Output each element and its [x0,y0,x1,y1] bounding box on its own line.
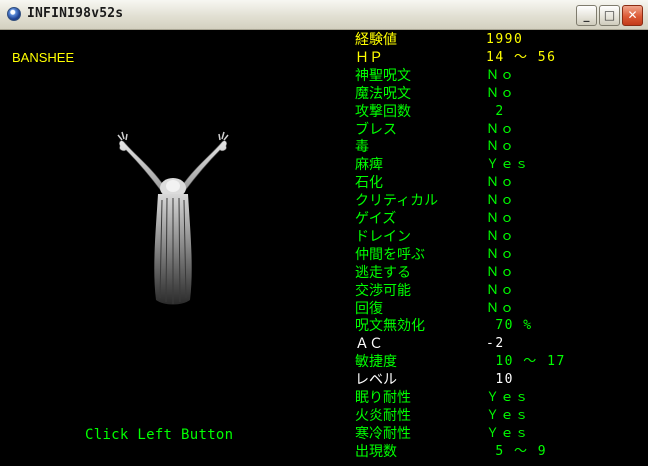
stat-value: Ｎｏ [486,193,516,209]
game-window: INFINI98v52s _ □ ✕ BANSHEE Click Left Bu… [0,0,648,466]
stat-row: 呪文無効化 70 % [355,317,645,335]
stat-value: Ｎｏ [486,282,516,298]
stat-label: 眠り耐性 [355,390,411,406]
click-left-button-prompt: Click Left Button [85,427,234,443]
stat-label: 寒冷耐性 [355,425,411,442]
stat-row: 経験値 1990 [355,31,645,49]
stat-value: 5 ～ 9 [486,443,548,459]
stat-label: 神聖呪文 [355,67,411,84]
stat-label: クリティカル [355,193,439,210]
stat-label: 出現数 [355,443,397,460]
maximize-button[interactable]: □ [599,5,620,26]
stat-value: 14 ～ 56 [486,49,557,65]
stat-value: 2 [486,103,505,119]
stat-row: レベル 10 [355,371,645,389]
stat-label: 毒 [355,139,369,156]
stat-label: 石化 [355,175,383,192]
stat-label: 呪文無効化 [355,318,425,335]
monster-name: BANSHEE [12,50,75,65]
stat-label: ＨＰ [355,49,383,66]
stat-row: ブレス Ｎｏ [355,121,645,139]
stat-row: 出現数 5 ～ 9 [355,443,645,461]
stat-label: ゲイズ [355,211,397,227]
stat-row: 寒冷耐性 Ｙｅｓ [355,425,645,443]
stat-row: 麻痺 Ｙｅｓ [355,156,645,174]
stat-row: 眠り耐性 Ｙｅｓ [355,389,645,407]
window-title: INFINI98v52s [27,6,124,21]
stat-value: Ｎｏ [486,228,516,244]
stat-value: 10 ～ 17 [486,354,566,370]
stat-value: Ｎｏ [486,264,516,280]
stat-row: ＡＣ -2 [355,335,645,353]
stat-label: ＡＣ [355,336,383,353]
stat-label: 経験値 [355,32,397,48]
stat-value: Ｎｏ [486,211,516,226]
stat-label: 魔法呪文 [355,85,411,102]
stat-label: 交渉可能 [355,282,411,299]
app-globe-icon[interactable] [7,7,21,21]
stat-value: Ｙｅｓ [486,407,530,423]
stat-label: 攻撃回数 [355,103,411,120]
stat-label: 麻痺 [355,157,383,174]
stat-value: Ｎｏ [486,175,516,191]
stat-value: 1990 [486,32,524,47]
minimize-button[interactable]: _ [576,5,597,26]
close-button[interactable]: ✕ [622,5,643,26]
stat-value: Ｙｅｓ [486,390,530,405]
stat-row: 敏捷度 10 ～ 17 [355,353,645,371]
banshee-sprite [117,131,229,305]
stat-label: ドレイン [355,228,411,245]
stat-label: 回復 [355,300,383,317]
stat-value: -2 [486,336,505,352]
stat-row: クリティカル Ｎｏ [355,192,645,210]
stat-row: 回復 Ｎｏ [355,300,645,318]
stat-value: Ｎｏ [486,246,516,262]
title-bar[interactable]: INFINI98v52s _ □ ✕ [0,0,648,30]
stat-value: Ｎｏ [486,139,516,155]
stat-value: Ｙｅｓ [486,157,530,173]
stat-label: レベル [355,372,397,389]
stat-row: 逃走する Ｎｏ [355,264,645,282]
stat-label: ブレス [355,121,397,138]
stat-value: Ｎｏ [486,67,516,83]
stat-row: 神聖呪文 Ｎｏ [355,67,645,85]
stat-label: 敏捷度 [355,354,397,371]
stat-row: 毒 Ｎｏ [355,138,645,156]
stat-row: 仲間を呼ぶ Ｎｏ [355,246,645,264]
stat-value: 70 % [486,318,533,334]
stat-row: 石化 Ｎｏ [355,174,645,192]
stat-row: 交渉可能 Ｎｏ [355,282,645,300]
stat-value: Ｎｏ [486,85,516,101]
stat-row: ゲイズ Ｎｏ [355,210,645,228]
stat-label: 逃走する [355,264,411,281]
stat-value: 10 [486,372,514,388]
stat-label: 火炎耐性 [355,407,411,424]
stat-row: ＨＰ 14 ～ 56 [355,49,645,67]
stat-value: Ｎｏ [486,300,516,316]
stat-label: 仲間を呼ぶ [355,246,425,263]
stat-row: 攻撃回数 2 [355,103,645,121]
stat-row: 火炎耐性 Ｙｅｓ [355,407,645,425]
stat-value: Ｎｏ [486,121,516,137]
stat-row: ドレイン Ｎｏ [355,228,645,246]
stat-row: 魔法呪文 Ｎｏ [355,85,645,103]
stat-value: Ｙｅｓ [486,425,530,441]
